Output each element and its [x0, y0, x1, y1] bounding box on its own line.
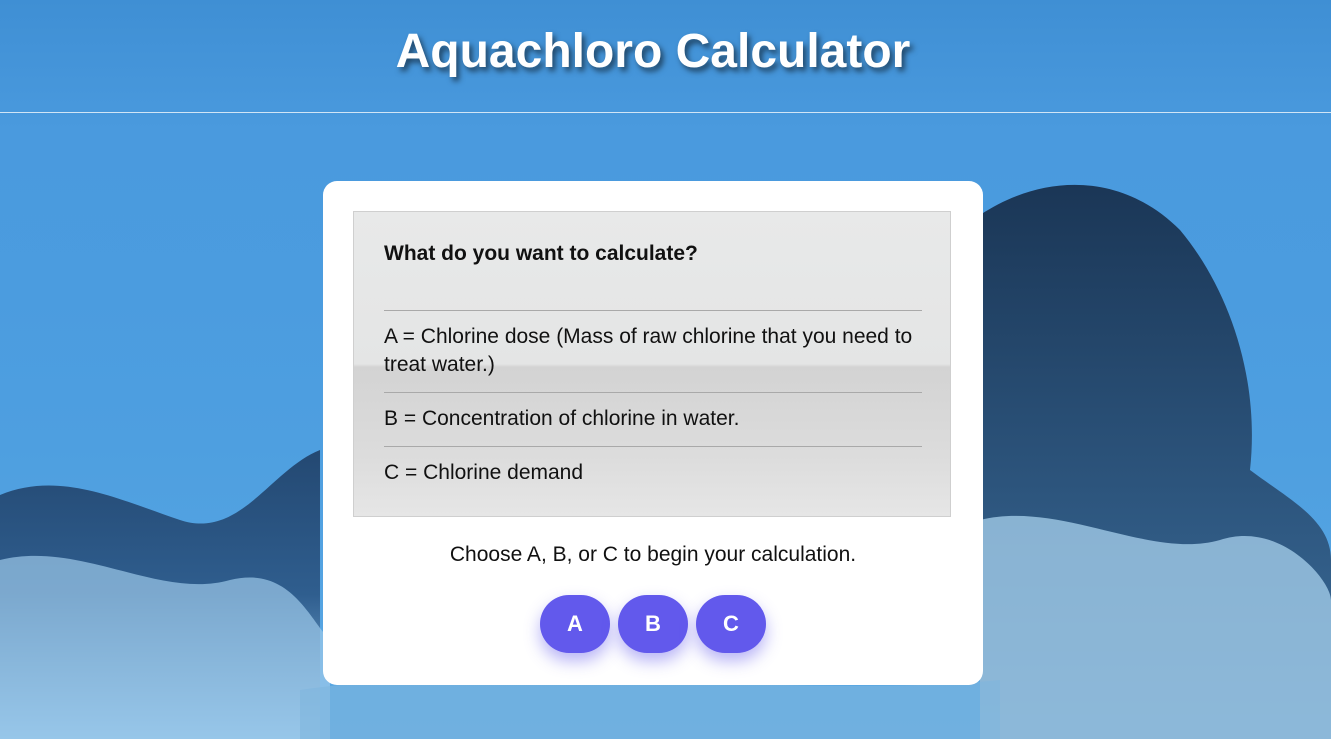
- option-a-description: A = Chlorine dose (Mass of raw chlorine …: [384, 310, 922, 379]
- question-heading: What do you want to calculate?: [384, 242, 698, 265]
- options-panel: What do you want to calculate? A = Chlor…: [353, 211, 951, 517]
- choose-prompt: Choose A, B, or C to begin your calculat…: [449, 543, 857, 566]
- option-b-description: B = Concentration of chlorine in water.: [384, 392, 922, 433]
- option-b-label: B = Concentration of chlorine in water.: [384, 407, 740, 430]
- calculator-card: What do you want to calculate? A = Chlor…: [323, 181, 983, 685]
- choice-buttons: A B C: [323, 595, 983, 653]
- option-c-label: C = Chlorine demand: [384, 461, 584, 484]
- page-header: Aquachloro Calculator: [0, 0, 1331, 113]
- option-a-label: A = Chlorine dose (Mass of raw chlorine …: [384, 325, 913, 376]
- choice-a-button[interactable]: A: [540, 595, 610, 653]
- option-c-description: C = Chlorine demand: [384, 446, 922, 487]
- choice-b-button[interactable]: B: [618, 595, 688, 653]
- page-title: Aquachloro Calculator: [395, 25, 911, 78]
- choice-c-button[interactable]: C: [696, 595, 766, 653]
